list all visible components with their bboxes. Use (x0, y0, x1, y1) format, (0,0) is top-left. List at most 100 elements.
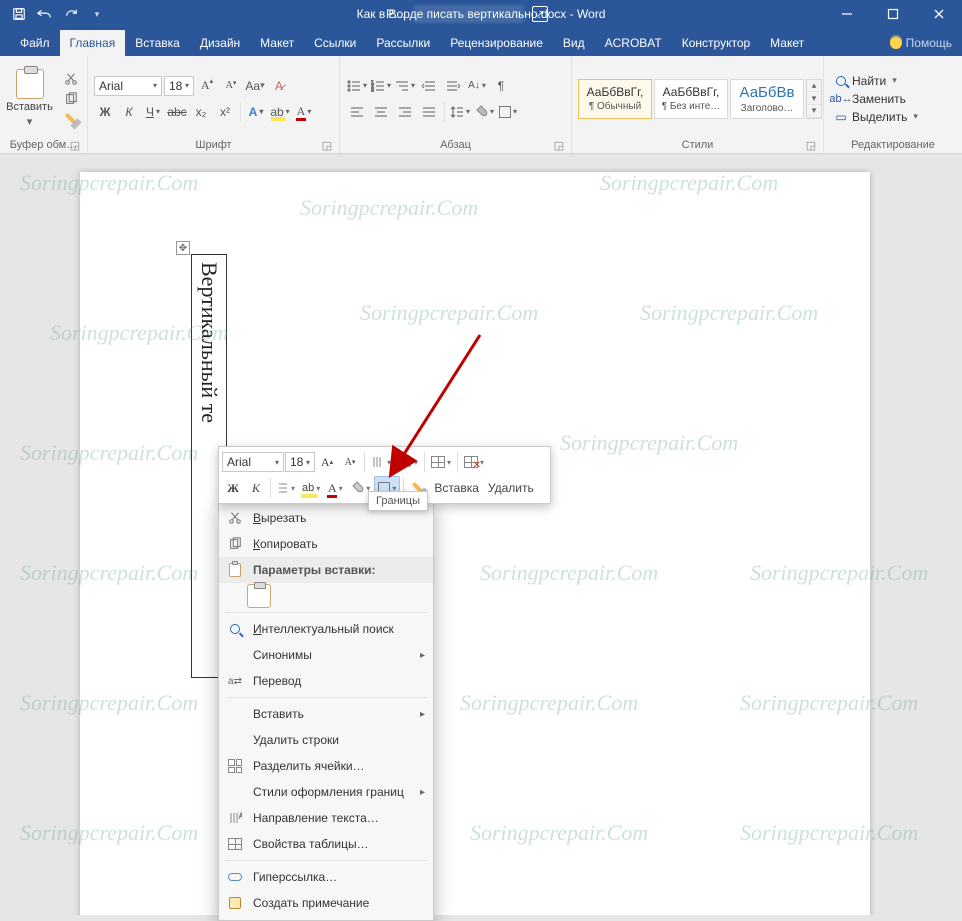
tab-acrobat[interactable]: ACROBAT (595, 30, 672, 56)
italic-button[interactable]: К (118, 101, 140, 123)
ctx-copy[interactable]: Копировать (219, 531, 433, 557)
dialog-launcher-icon[interactable]: ◲ (321, 139, 333, 151)
ctx-delete-rows[interactable]: Удалить строки (219, 727, 433, 753)
table-move-handle[interactable]: ✥ (176, 241, 190, 255)
font-size-combo[interactable]: 18▾ (164, 76, 194, 96)
tell-me-search[interactable]: Помощь (880, 30, 962, 56)
select-button[interactable]: ▭Выделить▾ (832, 109, 920, 125)
ctx-split-cells[interactable]: Разделить ячейки… (219, 753, 433, 779)
ctx-translate[interactable]: a⇄ Перевод (219, 668, 433, 694)
save-button[interactable] (8, 3, 30, 25)
comment-icon (225, 893, 245, 913)
strike-button[interactable]: abc (166, 101, 188, 123)
style-heading1[interactable]: АаБбВв Заголово… (730, 79, 804, 119)
tab-table-layout[interactable]: Макет (760, 30, 814, 56)
dialog-launcher-icon[interactable]: ◲ (553, 139, 565, 151)
ctx-smart-lookup[interactable]: Интеллектуальный поиск (219, 616, 433, 642)
group-font: Arial▾ 18▾ A▴ A▾ Aa▾ A̷ Ж К Ч abc x₂ x² … (88, 56, 340, 153)
mini-delete-table[interactable]: ✕ (461, 450, 487, 474)
qat-customize[interactable]: ▾ (86, 3, 108, 25)
format-painter-button[interactable] (61, 110, 81, 128)
decrease-indent-button[interactable] (418, 75, 440, 97)
mini-text-direction[interactable] (368, 450, 394, 474)
multilevel-button[interactable] (394, 75, 416, 97)
ctx-new-comment[interactable]: Создать примечание (219, 890, 433, 916)
tab-home[interactable]: Главная (60, 30, 126, 56)
mini-grow-font[interactable]: A▴ (316, 450, 338, 474)
line-spacing-button[interactable] (449, 101, 471, 123)
change-case-button[interactable]: Aa▾ (244, 75, 266, 97)
styles-gallery-more[interactable]: ▴▾▾ (806, 79, 822, 119)
tab-mailings[interactable]: Рассылки (366, 30, 440, 56)
dialog-launcher-icon[interactable]: ◲ (805, 139, 817, 151)
ctx-text-direction[interactable]: A Направление текста… (219, 805, 433, 831)
maximize-button[interactable] (870, 0, 916, 28)
ctx-border-styles[interactable]: Стили оформления границ (219, 779, 433, 805)
tab-file[interactable]: Файл (10, 30, 60, 56)
style-no-spacing[interactable]: АаБбВвГг, ¶ Без инте… (654, 79, 728, 119)
group-clipboard: Вставить ▾ Буфер обм…◲ (0, 56, 88, 153)
text-effects-button[interactable]: A (245, 101, 267, 123)
user-name-blurred (414, 5, 524, 23)
close-button[interactable] (916, 0, 962, 28)
text-direction-icon: A (225, 808, 245, 828)
mini-bold[interactable]: Ж (222, 476, 244, 500)
sort-button[interactable]: A↓ (466, 75, 488, 97)
svg-text:3: 3 (371, 88, 374, 92)
superscript-button[interactable]: x² (214, 101, 236, 123)
mini-font-combo[interactable]: Arial▾ (222, 452, 284, 472)
cut-button[interactable] (61, 70, 81, 88)
replace-button[interactable]: ab↔Заменить (832, 91, 920, 107)
style-normal[interactable]: АаБбВвГг, ¶ Обычный (578, 79, 652, 119)
shrink-font-button[interactable]: A▾ (220, 75, 242, 97)
font-name-combo[interactable]: Arial▾ (94, 76, 162, 96)
mini-italic[interactable]: К (245, 476, 267, 500)
ctx-paste-option-1[interactable] (219, 583, 433, 609)
ctx-hyperlink[interactable]: Гиперссылка… (219, 864, 433, 890)
tab-layout[interactable]: Макет (250, 30, 304, 56)
dialog-launcher-icon[interactable]: ◲ (69, 139, 81, 151)
paste-button[interactable]: Вставить ▾ (6, 69, 53, 128)
show-marks-button[interactable]: ¶ (490, 75, 512, 97)
font-color-button[interactable]: A (293, 101, 315, 123)
tab-insert[interactable]: Вставка (125, 30, 190, 56)
mini-font-color[interactable]: A (324, 476, 346, 500)
justify-button[interactable] (418, 101, 440, 123)
tab-table-design[interactable]: Конструктор (672, 30, 760, 56)
align-center-button[interactable] (370, 101, 392, 123)
tab-references[interactable]: Ссылки (304, 30, 366, 56)
align-right-button[interactable] (394, 101, 416, 123)
document-workspace[interactable] (0, 154, 962, 915)
align-left-button[interactable] (346, 101, 368, 123)
underline-button[interactable]: Ч (142, 101, 164, 123)
mini-size-combo[interactable]: 18▾ (285, 452, 315, 472)
mini-align[interactable] (395, 450, 421, 474)
bold-button[interactable]: Ж (94, 101, 116, 123)
ctx-table-properties[interactable]: Свойства таблицы… (219, 831, 433, 857)
mini-insert-label[interactable]: Вставка (430, 481, 483, 495)
numbering-button[interactable]: 123 (370, 75, 392, 97)
tab-review[interactable]: Рецензирование (440, 30, 553, 56)
undo-button[interactable] (34, 3, 56, 25)
grow-font-button[interactable]: A▴ (196, 75, 218, 97)
mini-vertical-align[interactable] (274, 476, 298, 500)
clear-format-button[interactable]: A̷ (268, 75, 290, 97)
highlight-button[interactable]: ab (269, 101, 291, 123)
mini-delete-label[interactable]: Удалить (484, 481, 538, 495)
mini-highlight[interactable]: ab (299, 476, 323, 500)
bullets-button[interactable] (346, 75, 368, 97)
tab-view[interactable]: Вид (553, 30, 595, 56)
borders-button[interactable] (497, 101, 519, 123)
find-button[interactable]: Найти▾ (832, 73, 920, 89)
mini-insert-table[interactable] (428, 450, 454, 474)
shading-button[interactable] (473, 101, 495, 123)
subscript-button[interactable]: x₂ (190, 101, 212, 123)
ctx-synonyms[interactable]: Синонимы (219, 642, 433, 668)
tab-design[interactable]: Дизайн (190, 30, 250, 56)
copy-button[interactable] (61, 90, 81, 108)
increase-indent-button[interactable] (442, 75, 464, 97)
redo-button[interactable] (60, 3, 82, 25)
ctx-insert[interactable]: Вставить (219, 701, 433, 727)
mini-shrink-font[interactable]: A▾ (339, 450, 361, 474)
minimize-button[interactable] (824, 0, 870, 28)
